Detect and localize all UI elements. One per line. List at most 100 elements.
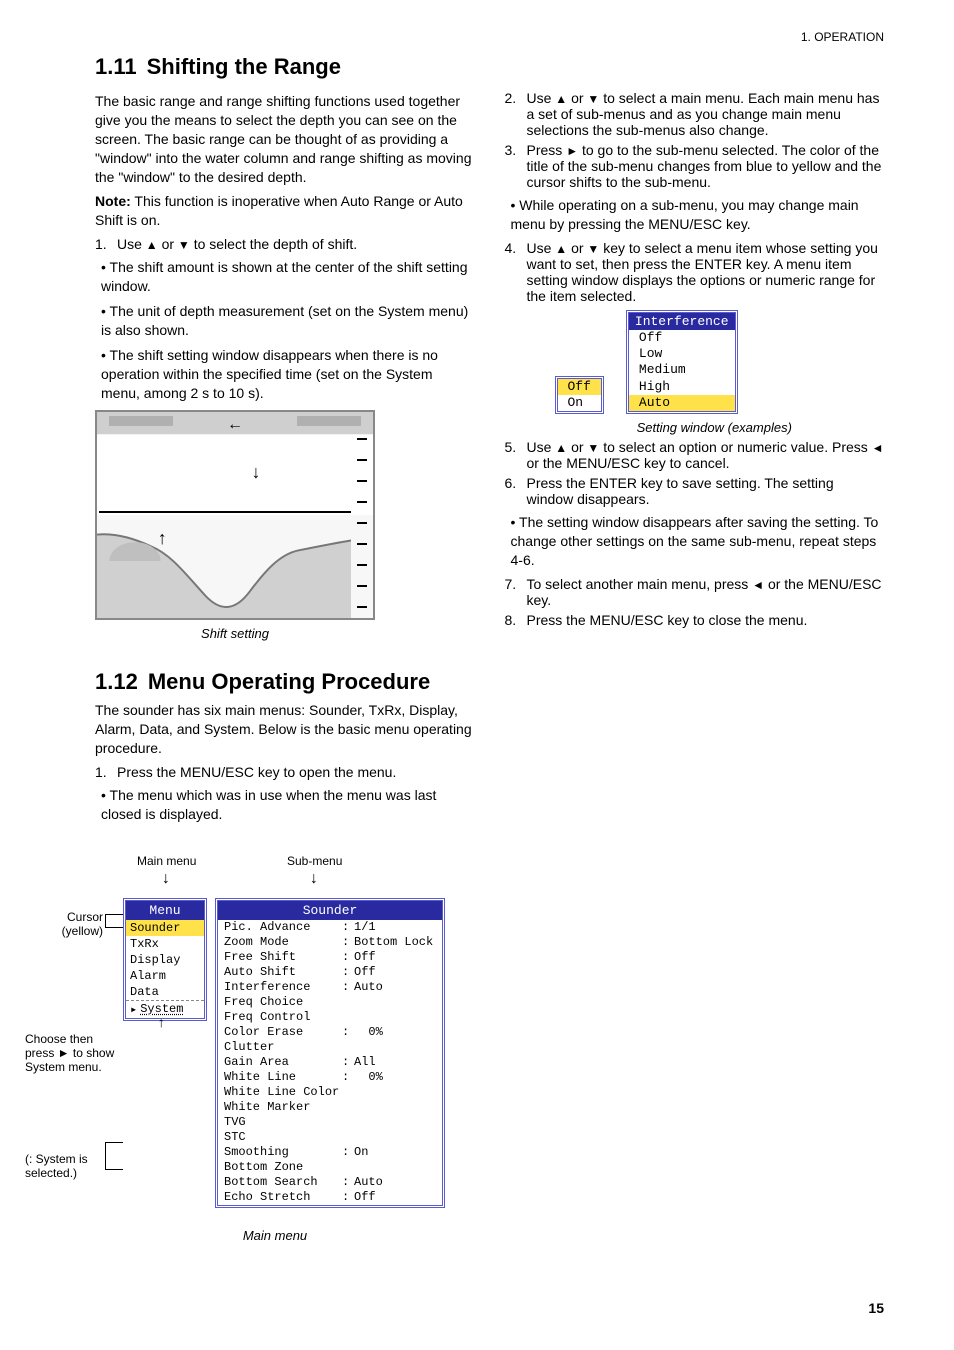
row-value: Auto	[354, 1175, 436, 1190]
step-1: 1. Use ▲ or ▼ to select the depth of shi…	[95, 236, 475, 252]
step-text: Use ▲ or ▼ to select the depth of shift.	[117, 236, 475, 252]
sub-menu-row[interactable]: Color Erase: 0%	[218, 1025, 442, 1040]
two-column-layout: The basic range and range shifting funct…	[95, 86, 884, 1234]
sub-menu-row[interactable]: Echo Stretch:Off	[218, 1190, 442, 1205]
figure-caption: Shift setting	[95, 626, 375, 641]
sub-menu-row[interactable]: White Marker	[218, 1100, 442, 1115]
row-colon: :	[342, 950, 354, 965]
note: Note: This function is inoperative when …	[95, 192, 475, 230]
sub-menu-row[interactable]: TVG	[218, 1115, 442, 1130]
step-text: Press the ENTER key to save setting. The…	[527, 475, 885, 507]
step-7: 7. To select another main menu, press ◄ …	[505, 576, 885, 608]
row-key: White Line	[224, 1070, 342, 1085]
section-number: 1.11	[95, 54, 137, 80]
option[interactable]: Auto	[629, 395, 735, 411]
step-8: 8. Press the MENU/ESC key to close the m…	[505, 612, 885, 628]
row-key: White Marker	[224, 1100, 342, 1115]
down-arrow-icon: ↓	[161, 870, 171, 888]
sub-intro: The sounder has six main menus: Sounder,…	[95, 701, 475, 758]
row-key: White Line Color	[224, 1085, 342, 1100]
sub-menu-row[interactable]: White Line: 0%	[218, 1070, 442, 1085]
sub-menu-row[interactable]: Auto Shift:Off	[218, 965, 442, 980]
fish-school-mark	[105, 539, 165, 561]
main-menu-item[interactable]: TxRx	[126, 936, 204, 952]
row-key: Zoom Mode	[224, 935, 342, 950]
note-label: Note:	[95, 193, 131, 209]
sub-menu-title: Sounder	[218, 901, 442, 920]
step-5: 5. Use ▲ or ▼ to select an option or num…	[505, 439, 885, 471]
left-arrow-icon: ←	[227, 416, 243, 434]
main-menu-title: Menu	[126, 901, 204, 920]
option[interactable]: Medium	[629, 362, 735, 378]
bullet: • The unit of depth measurement (set on …	[95, 302, 475, 340]
setting-windows-caption: Setting window (examples)	[545, 420, 885, 435]
row-colon	[342, 1100, 354, 1115]
sub-menu-row[interactable]: White Line Color	[218, 1085, 442, 1100]
label-system-choose: Choose then press ► to show System menu.	[25, 1032, 121, 1074]
step-number: 1.	[95, 236, 111, 252]
row-value	[354, 1010, 436, 1025]
example-setting-windows: Off On Interference Off Low Medium High …	[555, 310, 885, 414]
step-text: Use ▲ or ▼ to select a main menu. Each m…	[527, 90, 885, 138]
bullet: • While operating on a sub-menu, you may…	[505, 196, 885, 234]
main-menu-item[interactable]: Sounder	[126, 920, 204, 936]
step-number: 4.	[505, 240, 521, 304]
row-key: Freq Control	[224, 1010, 342, 1025]
main-menu-item[interactable]: Display	[126, 952, 204, 968]
step-text: To select another main menu, press ◄ or …	[527, 576, 885, 608]
down-triangle-icon: ▼	[178, 238, 190, 252]
row-key: Bottom Search	[224, 1175, 342, 1190]
step-number: 8.	[505, 612, 521, 628]
row-colon: :	[342, 980, 354, 995]
row-key: Free Shift	[224, 950, 342, 965]
sub-menu-row[interactable]: Zoom Mode:Bottom Lock	[218, 935, 442, 950]
label-system-note: (: System is selected.)	[25, 1152, 121, 1180]
option-on[interactable]: On	[558, 395, 601, 411]
option-off[interactable]: Off	[558, 379, 601, 395]
right-column: 2. Use ▲ or ▼ to select a main menu. Eac…	[505, 86, 885, 1234]
sub-menu-row[interactable]: Free Shift:Off	[218, 950, 442, 965]
main-menu-item[interactable]: Alarm	[126, 968, 204, 984]
sub-menu-row[interactable]: Freq Choice	[218, 995, 442, 1010]
row-colon	[342, 995, 354, 1010]
bullet: • The menu which was in use when the men…	[95, 786, 475, 824]
sub-menu-row[interactable]: Smoothing:On	[218, 1145, 442, 1160]
main-menu-item[interactable]: Data	[126, 984, 204, 1000]
up-triangle-icon: ▲	[555, 242, 567, 256]
row-value	[354, 1100, 436, 1115]
row-colon: :	[342, 965, 354, 980]
sub-menu-row[interactable]: Gain Area:All	[218, 1055, 442, 1070]
row-value: Off	[354, 1190, 436, 1205]
row-key: STC	[224, 1130, 342, 1145]
row-colon	[342, 1010, 354, 1025]
row-value	[354, 1085, 436, 1100]
sub-menu-row[interactable]: Interference:Auto	[218, 980, 442, 995]
sub-menu-row[interactable]: Pic. Advance:1/1	[218, 920, 442, 935]
sub-menu-row[interactable]: STC	[218, 1130, 442, 1145]
up-triangle-icon: ▲	[555, 92, 567, 106]
step-text: Press the MENU/ESC key to close the menu…	[527, 612, 885, 628]
page-header: 1. OPERATION	[801, 30, 884, 44]
row-colon	[342, 1115, 354, 1130]
row-key: Gain Area	[224, 1055, 342, 1070]
step-text: Press ► to go to the sub-menu selected. …	[527, 142, 885, 190]
option[interactable]: Low	[629, 346, 735, 362]
sub-menu-row[interactable]: Bottom Zone	[218, 1160, 442, 1175]
step-number: 1.	[95, 764, 111, 780]
sub-menu-row[interactable]: Freq Control	[218, 1010, 442, 1025]
row-colon	[342, 1130, 354, 1145]
depth-scale	[353, 438, 367, 612]
step-3: 3. Press ► to go to the sub-menu selecte…	[505, 142, 885, 190]
sub-menu-row[interactable]: Bottom Search:Auto	[218, 1175, 442, 1190]
option[interactable]: Off	[629, 330, 735, 346]
row-colon: :	[342, 1070, 354, 1085]
row-value: On	[354, 1145, 436, 1160]
sub-menu-box: Sounder Pic. Advance:1/1Zoom Mode:Bottom…	[215, 898, 445, 1208]
step-text: Use ▲ or ▼ key to select a menu item who…	[527, 240, 885, 304]
row-value: Off	[354, 965, 436, 980]
label-sub-menu: Sub-menu	[287, 854, 342, 868]
sub-menu-row[interactable]: Clutter	[218, 1040, 442, 1055]
sub-menu-rows: Pic. Advance:1/1Zoom Mode:Bottom LockFre…	[218, 920, 442, 1205]
row-colon: :	[342, 1025, 354, 1040]
option[interactable]: High	[629, 379, 735, 395]
